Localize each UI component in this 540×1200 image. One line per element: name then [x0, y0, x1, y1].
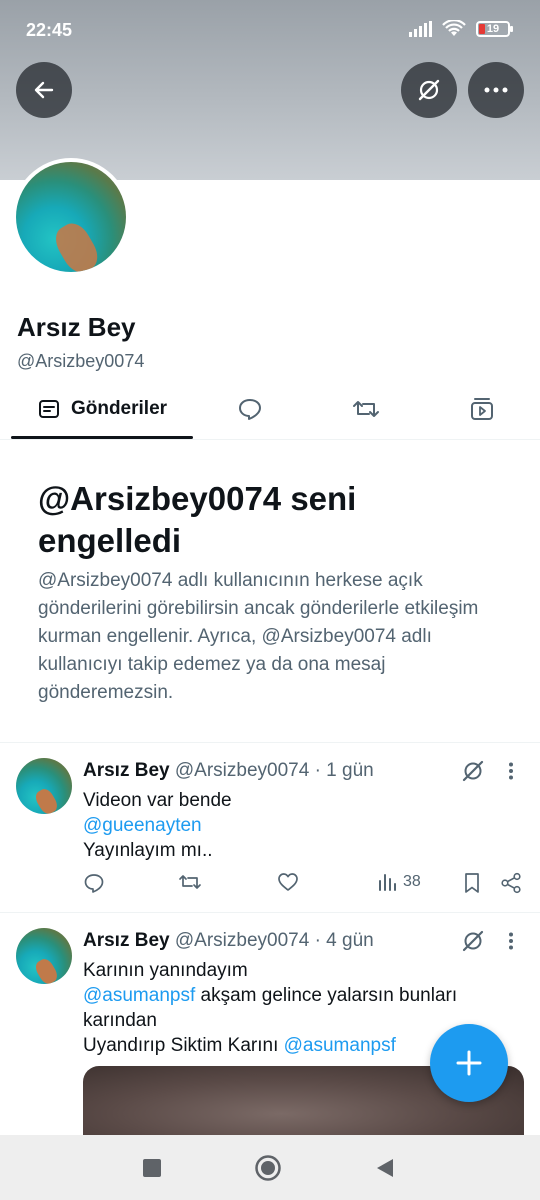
tab-media[interactable]: [432, 380, 532, 438]
battery-icon: 19: [476, 21, 513, 37]
grok-icon: [418, 79, 440, 101]
system-nav-bar: [0, 1135, 540, 1200]
status-bar: 22:45 19: [0, 0, 540, 60]
blocked-description: @Arsizbey0074 adlı kullanıcının herkese …: [38, 570, 479, 703]
tweet-line: Karının yanındayım: [83, 960, 248, 981]
tweet-author-name[interactable]: Arsız Bey: [83, 930, 170, 951]
tweet-line: Videon var bende: [83, 790, 232, 811]
profile-tabs: Gönderiler: [0, 380, 540, 440]
media-icon: [471, 398, 493, 420]
tweet-text-span: Uyandırıp Siktim Karını: [83, 1035, 284, 1056]
share-button[interactable]: [500, 872, 522, 894]
recents-button[interactable]: [137, 1153, 167, 1183]
tab-reposts[interactable]: [316, 380, 416, 438]
more-dots-icon: [484, 87, 508, 93]
tweet-header: Arsız Bey @Arsizbey0074 · 4 gün: [83, 930, 374, 952]
views-count: 38: [403, 873, 421, 890]
reply-bubble-icon: [239, 399, 261, 420]
system-back-button[interactable]: [370, 1153, 400, 1183]
profile-handle: @Arsizbey0074: [17, 351, 145, 371]
grok-icon[interactable]: [461, 759, 485, 783]
heart-icon: [278, 873, 298, 891]
profile-avatar[interactable]: [12, 158, 130, 276]
mention-link[interactable]: @asumanpsf: [284, 1035, 396, 1056]
divider: [0, 912, 540, 913]
repost-icon: [353, 401, 379, 417]
profile-name: Arsız Bey: [17, 312, 136, 342]
tweet-header: Arsız Bey @Arsizbey0074 · 1 gün: [83, 760, 374, 782]
tweet-line: Yayınlayım mı..: [83, 840, 213, 861]
views-chart-icon: [379, 874, 396, 891]
back-triangle-icon: [377, 1159, 393, 1177]
repost-button[interactable]: [178, 872, 202, 892]
tweet-text: Videon var bende @gueenayten Yayınlayım …: [83, 788, 503, 863]
reply-button[interactable]: [83, 872, 105, 894]
tab-posts[interactable]: Gönderiler: [11, 380, 193, 438]
status-time: 22:45: [26, 20, 73, 40]
home-circle-icon: [255, 1155, 281, 1181]
blocked-title: @Arsizbey0074 seni engelledi: [38, 480, 357, 559]
repost-icon: [179, 875, 201, 889]
plus-icon: [456, 1050, 482, 1076]
tweet-more-icon[interactable]: [508, 762, 514, 780]
status-icons: 19: [409, 20, 513, 38]
posts-icon: [38, 400, 59, 418]
signal-icon: [409, 21, 432, 37]
tweet-more-icon[interactable]: [508, 932, 514, 950]
tweet-meta: @Arsizbey0074 · 1 gün: [174, 760, 374, 781]
tweet-meta: @Arsizbey0074 · 4 gün: [174, 930, 374, 951]
mention-link[interactable]: @asumanpsf: [83, 985, 195, 1006]
reply-icon: [84, 874, 104, 893]
avatar-image: [16, 162, 126, 272]
home-button[interactable]: [253, 1153, 283, 1183]
tweet-avatar[interactable]: [16, 928, 72, 984]
tweet-line: @asumanpsf akşam gelince yalarsın bunlar…: [83, 983, 503, 1033]
grok-icon[interactable]: [461, 929, 485, 953]
active-tab-indicator: [11, 436, 193, 439]
battery-level: 19: [486, 23, 500, 35]
wifi-icon: [442, 20, 466, 36]
back-button[interactable]: [16, 62, 72, 118]
like-button[interactable]: [277, 872, 299, 892]
tweet-author-name[interactable]: Arsız Bey: [83, 760, 170, 781]
tweet-actions: 38: [83, 872, 523, 902]
square-icon: [143, 1159, 161, 1177]
views-button[interactable]: 38: [377, 872, 421, 892]
more-options-button[interactable]: [468, 62, 524, 118]
compose-button[interactable]: [430, 1024, 508, 1102]
tab-replies[interactable]: [200, 380, 300, 438]
tab-posts-label: Gönderiler: [70, 398, 168, 419]
grok-button[interactable]: [401, 62, 457, 118]
tweet-avatar[interactable]: [16, 758, 72, 814]
back-arrow-icon: [34, 81, 54, 99]
mention-link[interactable]: @gueenayten: [83, 813, 503, 838]
bookmark-button[interactable]: [463, 872, 481, 894]
share-icon: [501, 872, 521, 894]
divider: [0, 742, 540, 743]
bookmark-icon: [465, 873, 479, 893]
